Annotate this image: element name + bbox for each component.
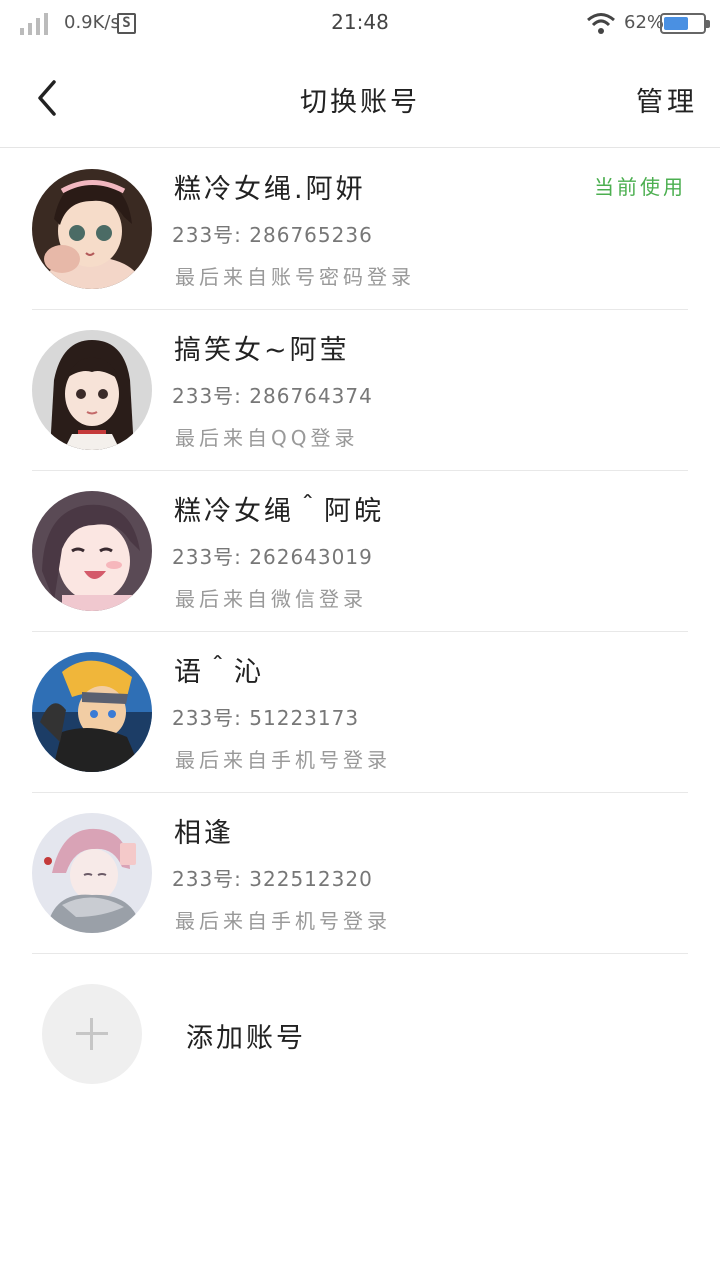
avatar bbox=[32, 169, 152, 289]
account-item[interactable]: 糕冷女绳.阿妍 当前使用 233号: 286765236 最后来自账号密码登录 bbox=[32, 149, 688, 310]
account-item[interactable]: 搞笑女~阿莹 233号: 286764374 最后来自QQ登录 bbox=[32, 310, 688, 471]
account-name: 语＾沁 bbox=[174, 657, 264, 688]
battery-level bbox=[664, 17, 688, 30]
account-id: 233号: 322512320 bbox=[172, 867, 373, 891]
account-name: 搞笑女~阿莹 bbox=[174, 335, 350, 366]
current-account-badge: 当前使用 bbox=[594, 175, 686, 199]
wifi-icon bbox=[587, 13, 615, 34]
account-id: 233号: 286765236 bbox=[172, 223, 373, 247]
account-list: 糕冷女绳.阿妍 当前使用 233号: 286765236 最后来自账号密码登录 … bbox=[0, 149, 720, 954]
account-name: 糕冷女绳.阿妍 bbox=[174, 174, 366, 205]
account-item[interactable]: 糕冷女绳＾阿皖 233号: 262643019 最后来自微信登录 bbox=[32, 471, 688, 632]
avatar bbox=[32, 491, 152, 611]
battery-percent: 62% bbox=[624, 12, 665, 33]
last-login-method: 最后来自账号密码登录 bbox=[175, 265, 415, 289]
add-account-button[interactable]: 添加账号 bbox=[42, 984, 682, 1084]
manage-button[interactable]: 管理 bbox=[636, 80, 698, 119]
account-name: 相逢 bbox=[174, 818, 234, 849]
page-title: 切换账号 bbox=[300, 87, 420, 118]
account-name: 糕冷女绳＾阿皖 bbox=[174, 496, 384, 527]
avatar bbox=[32, 652, 152, 772]
account-id: 233号: 286764374 bbox=[172, 384, 373, 408]
last-login-method: 最后来自手机号登录 bbox=[175, 909, 391, 933]
avatar bbox=[32, 330, 152, 450]
status-bar: 0.9K/s S 21:48 62% bbox=[0, 0, 720, 46]
add-account-label: 添加账号 bbox=[186, 1023, 306, 1054]
last-login-method: 最后来自微信登录 bbox=[175, 587, 367, 611]
battery-icon bbox=[660, 13, 710, 34]
account-item[interactable]: 相逢 233号: 322512320 最后来自手机号登录 bbox=[32, 793, 688, 954]
last-login-method: 最后来自手机号登录 bbox=[175, 748, 391, 772]
top-bar: 切换账号 管理 bbox=[0, 48, 720, 148]
avatar bbox=[32, 813, 152, 933]
account-item[interactable]: 语＾沁 233号: 51223173 最后来自手机号登录 bbox=[32, 632, 688, 793]
account-id: 233号: 262643019 bbox=[172, 545, 373, 569]
last-login-method: 最后来自QQ登录 bbox=[175, 426, 359, 450]
plus-icon bbox=[42, 984, 142, 1084]
account-id: 233号: 51223173 bbox=[172, 706, 360, 730]
